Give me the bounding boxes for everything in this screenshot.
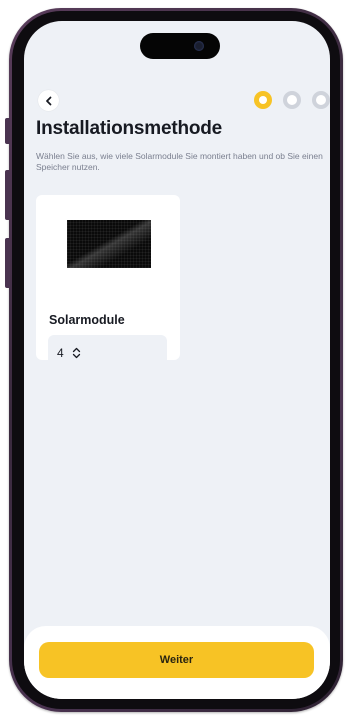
page-description: Wählen Sie aus, wie viele Solarmodule Si…: [36, 151, 323, 172]
card-label: Solarmodule: [49, 313, 125, 327]
phone-side-button: [5, 170, 10, 220]
step-dot-1-active: [254, 91, 272, 109]
step-dot-2: [283, 91, 301, 109]
bottom-action-bar: Weiter: [24, 626, 330, 699]
stepper-value: 4: [57, 345, 64, 360]
camera-icon: [194, 41, 204, 51]
app-screen: Installationsmethode Wählen Sie aus, wie…: [24, 21, 330, 699]
dynamic-island: [140, 33, 220, 59]
chevron-left-icon: [45, 96, 51, 105]
chevron-up-down-icon[interactable]: [72, 347, 81, 359]
weiter-button[interactable]: Weiter: [39, 642, 314, 678]
phone-side-button: [5, 238, 10, 288]
step-dot-3: [312, 91, 330, 109]
step-indicator: [254, 91, 330, 109]
page-title: Installationsmethode: [36, 118, 223, 139]
phone-side-button: [5, 118, 10, 144]
solar-module-card: Solarmodule 4: [36, 195, 180, 370]
quantity-stepper[interactable]: 4: [48, 335, 167, 370]
back-button[interactable]: [38, 90, 59, 111]
solar-panel-image: [67, 220, 151, 268]
